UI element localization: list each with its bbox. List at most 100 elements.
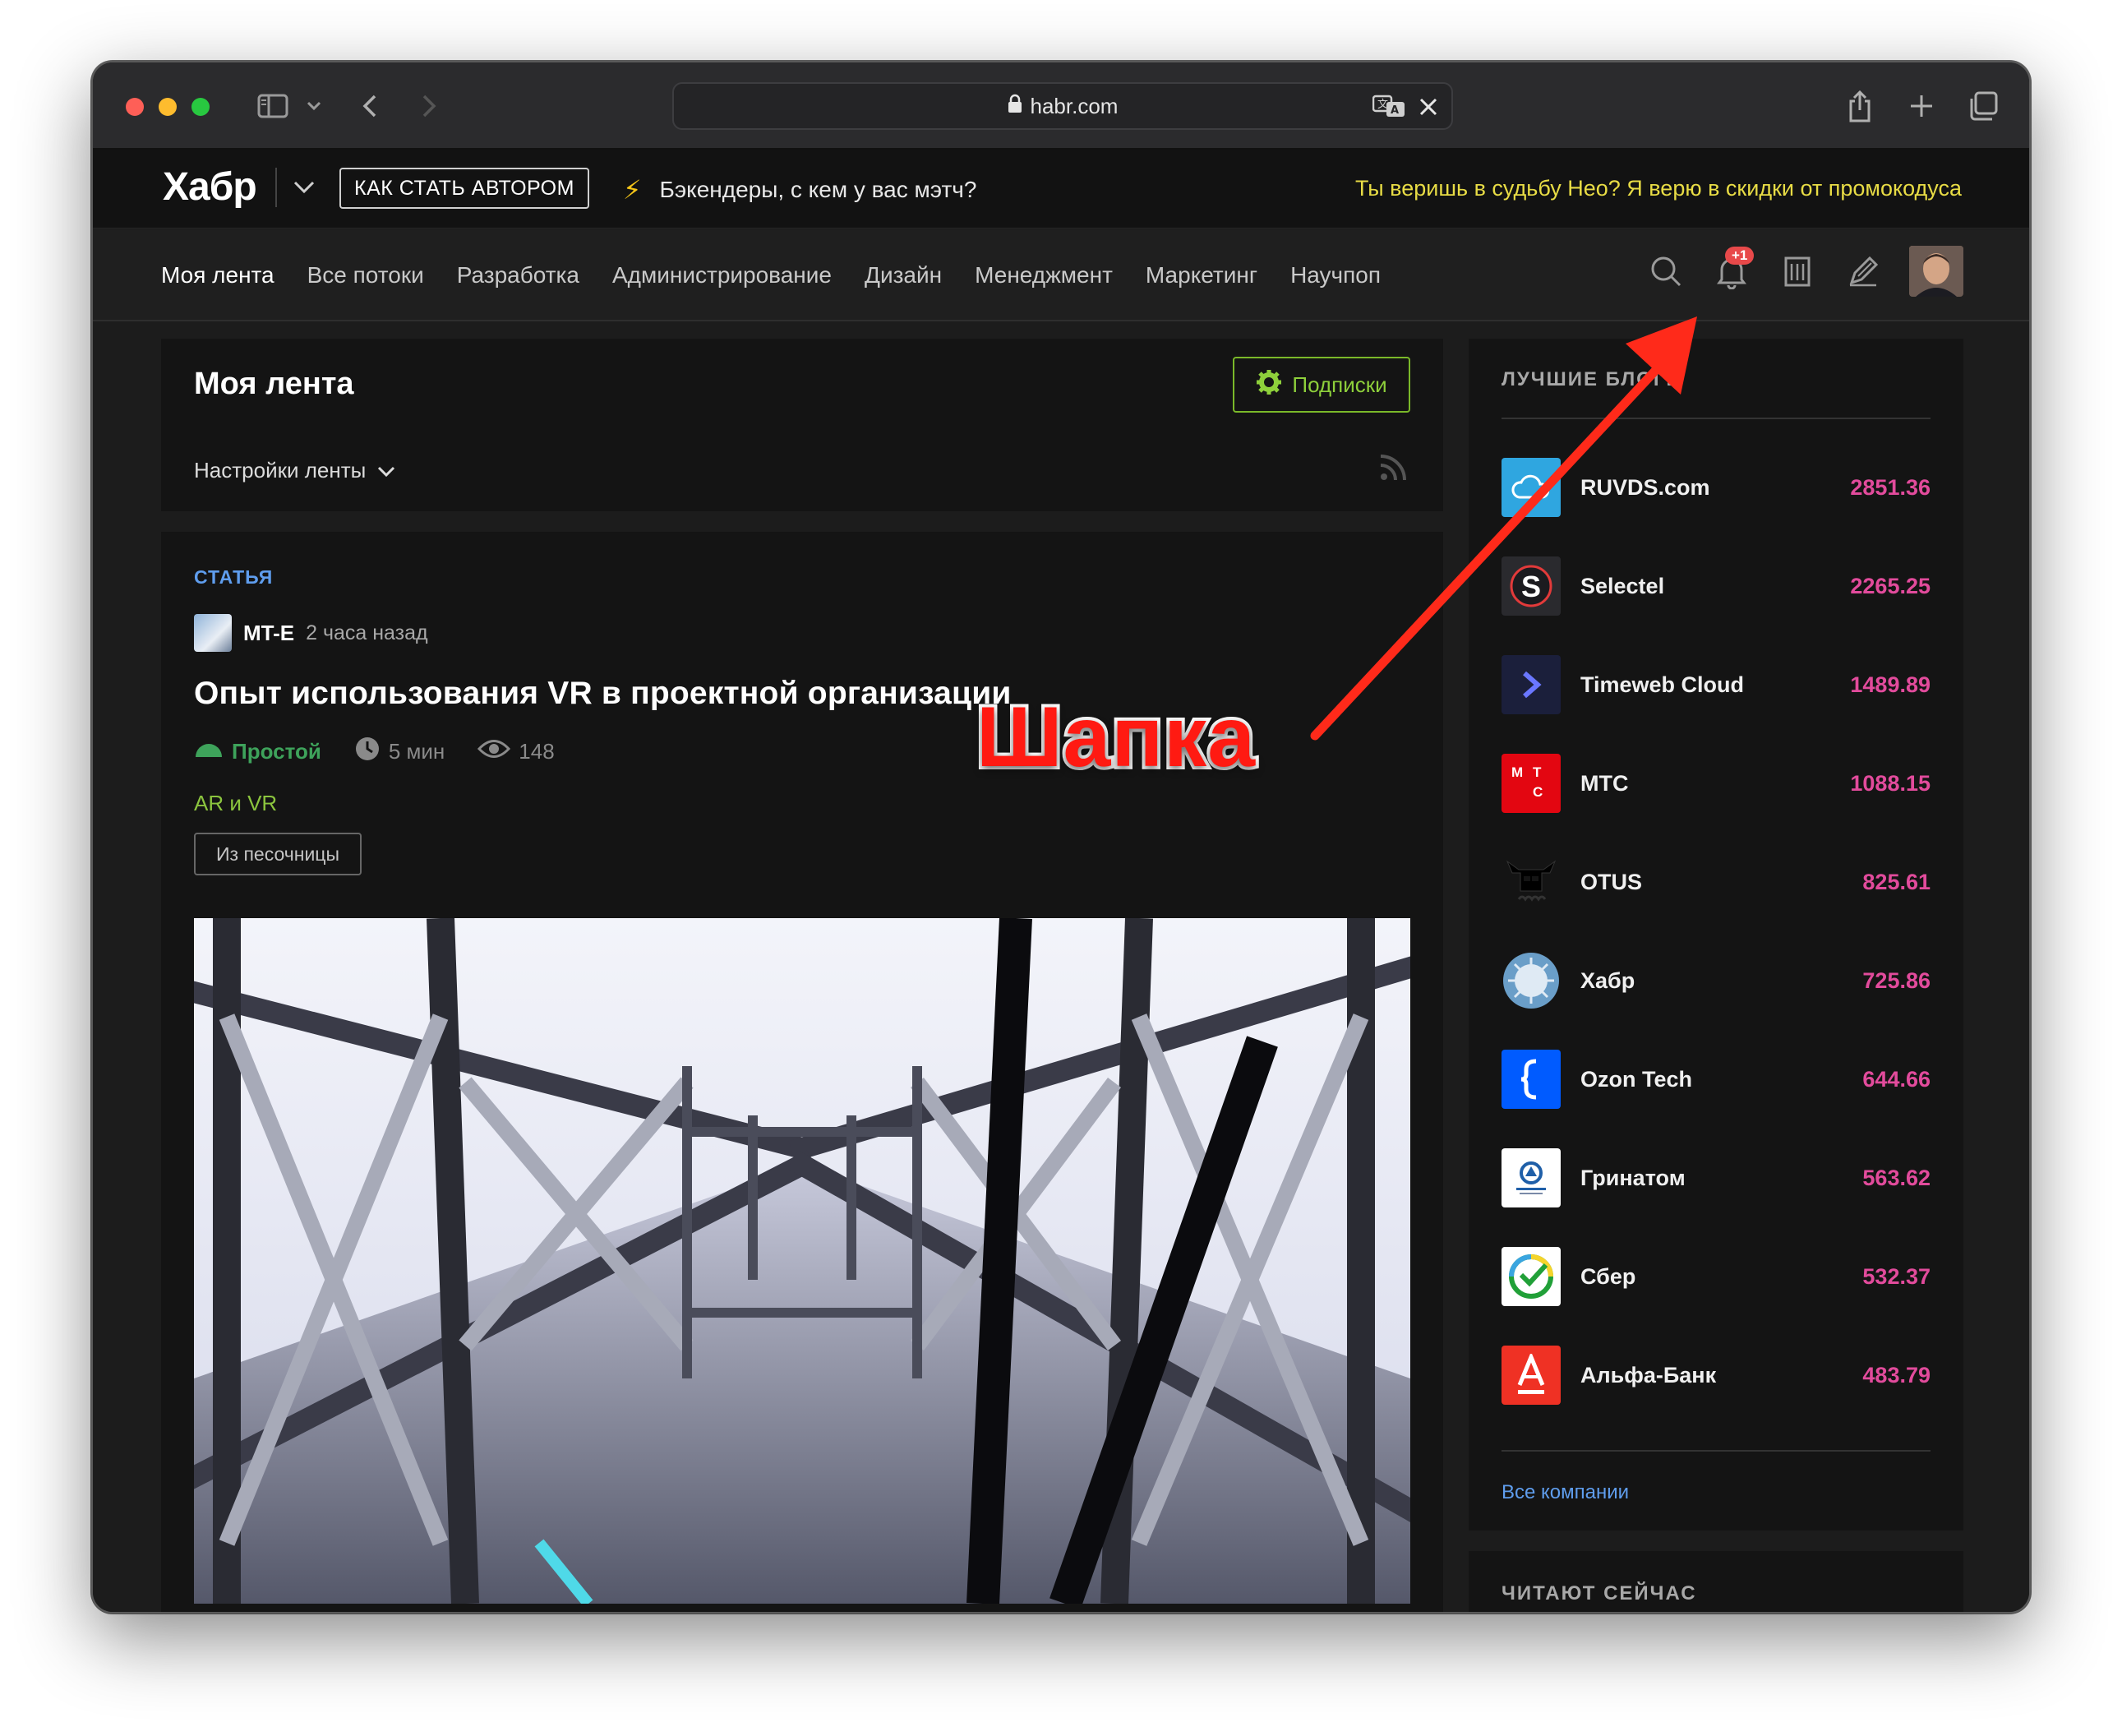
nav-item-popsci[interactable]: Научпоп — [1290, 262, 1381, 289]
author-name[interactable]: MT-E — [243, 621, 294, 646]
article-meta: Простой 5 мин 148 — [194, 736, 555, 768]
svg-text:М: М — [1511, 764, 1523, 780]
svg-text:A: A — [1391, 104, 1399, 117]
company-row[interactable]: Timeweb Cloud 1489.89 — [1502, 655, 1931, 714]
company-name: Гринатом — [1580, 1165, 1686, 1190]
new-tab-icon[interactable] — [1905, 87, 1938, 125]
lock-icon — [1008, 94, 1022, 119]
close-icon[interactable] — [1419, 97, 1438, 122]
divider — [1502, 1450, 1931, 1452]
company-name: МТС — [1580, 770, 1629, 796]
timeweb-logo — [1502, 655, 1561, 714]
company-rating: 1489.89 — [1850, 672, 1931, 697]
sandbox-tag[interactable]: Из песочницы — [194, 833, 362, 875]
bell-icon[interactable]: +1 — [1712, 247, 1755, 291]
nav-items: Моя лента Все потоки Разработка Админист… — [161, 262, 1381, 289]
nav-item-administration[interactable]: Администрирование — [612, 262, 832, 289]
tabs-overview-icon[interactable] — [1967, 87, 2000, 125]
views-label: 148 — [519, 739, 555, 764]
nav-item-marketing[interactable]: Маркетинг — [1146, 262, 1257, 289]
author-avatar[interactable] — [194, 614, 232, 652]
building-icon[interactable] — [1778, 252, 1817, 291]
become-author-button[interactable]: КАК СТАТЬ АВТОРОМ — [339, 168, 589, 209]
company-rating: 1088.15 — [1850, 770, 1931, 796]
translate-icon[interactable]: 文A — [1372, 94, 1405, 124]
reading-time: 5 мин — [354, 736, 445, 768]
nav-item-my-feed[interactable]: Моя лента — [161, 262, 274, 289]
habr-logo[interactable]: Хабр — [163, 164, 257, 210]
main-nav: Моя лента Все потоки Разработка Админист… — [93, 229, 2029, 321]
company-name: Selectel — [1580, 573, 1665, 598]
clock-icon — [354, 736, 381, 768]
company-row[interactable]: Сбер 532.37 — [1502, 1247, 1931, 1306]
user-toolbar: +1 — [1646, 246, 1963, 297]
company-rating: 483.79 — [1862, 1362, 1931, 1387]
minimize-window-button[interactable] — [159, 98, 177, 116]
company-rating: 532.37 — [1862, 1263, 1931, 1289]
chevron-down-icon[interactable] — [303, 87, 325, 125]
ruvds-logo — [1502, 458, 1561, 517]
share-icon[interactable] — [1843, 87, 1876, 125]
search-icon[interactable] — [1646, 252, 1686, 291]
reading-now-title: ЧИТАЮТ СЕЙЧАС — [1502, 1582, 1697, 1604]
company-row[interactable]: S Selectel 2265.25 — [1502, 556, 1931, 616]
company-rating: 725.86 — [1862, 967, 1931, 993]
top-blogs-card: ЛУЧШИЕ БЛОГИ RUVDS.com 2851.36 S Selecte… — [1469, 339, 1963, 1531]
pen-icon[interactable] — [1843, 252, 1883, 291]
reading-now-card: ЧИТАЮТ СЕЙЧАС — [1469, 1551, 1963, 1612]
browser-toolbar: habr.com 文A — [93, 62, 2029, 150]
company-row[interactable]: Ozon Tech 644.66 — [1502, 1050, 1931, 1109]
company-row[interactable]: OTUS 825.61 — [1502, 852, 1931, 912]
avatar[interactable] — [1909, 246, 1963, 297]
article-title[interactable]: Опыт использования VR в проектной органи… — [194, 676, 1012, 712]
back-icon[interactable] — [358, 87, 382, 125]
nav-item-development[interactable]: Разработка — [457, 262, 579, 289]
eye-icon — [477, 738, 511, 765]
company-rating: 563.62 — [1862, 1165, 1931, 1190]
promo-link-left[interactable]: ⚡ Бэкендеры, с кем у вас мэтч? — [623, 174, 976, 205]
chevron-down-icon[interactable] — [293, 181, 315, 198]
company-name: Timeweb Cloud — [1580, 672, 1745, 697]
feed-settings-label: Настройки ленты — [194, 458, 367, 482]
subscriptions-label: Подписки — [1292, 372, 1387, 397]
zoom-window-button[interactable] — [191, 98, 210, 116]
ozon-tech-logo — [1502, 1050, 1561, 1109]
publish-time: 2 часа назад — [306, 621, 428, 644]
rss-icon[interactable] — [1379, 454, 1407, 486]
company-row[interactable]: RUVDS.com 2851.36 — [1502, 458, 1931, 517]
greenatom-logo — [1502, 1148, 1561, 1207]
nav-item-management[interactable]: Менеджмент — [975, 262, 1113, 289]
subscriptions-button[interactable]: Подписки — [1233, 357, 1410, 413]
company-name: RUVDS.com — [1580, 474, 1710, 500]
browser-window: habr.com 文A Хабр КАК СТАТЬ АВТОРОМ ⚡ Бэк… — [91, 61, 2031, 1614]
promo-link-right[interactable]: Ты веришь в судьбу Нео? Я верю в скидки … — [1355, 176, 1962, 201]
article-cover-image[interactable] — [194, 918, 1410, 1604]
company-row[interactable]: Альфа-Банк 483.79 — [1502, 1346, 1931, 1405]
address-bar[interactable]: habr.com 文A — [672, 82, 1453, 130]
site-topbar: Хабр КАК СТАТЬ АВТОРОМ ⚡ Бэкендеры, с ке… — [93, 150, 2029, 229]
company-row[interactable]: Хабр 725.86 — [1502, 951, 1931, 1010]
logo-divider — [275, 168, 277, 207]
feed-header: Моя лента Подписки Настройки ленты — [161, 339, 1443, 511]
company-rating: 825.61 — [1862, 869, 1931, 894]
company-rating: 644.66 — [1862, 1066, 1931, 1092]
company-rating: 2265.25 — [1850, 573, 1931, 598]
article-author: MT-E 2 часа назад — [194, 614, 428, 652]
divider — [1502, 418, 1931, 419]
nav-item-design[interactable]: Дизайн — [865, 262, 942, 289]
otus-logo — [1502, 852, 1561, 912]
sidebar-icon[interactable] — [254, 87, 292, 125]
article-hub[interactable]: AR и VR — [194, 791, 277, 816]
lightning-icon: ⚡ — [623, 175, 642, 205]
company-name: OTUS — [1580, 869, 1643, 894]
nav-item-all-streams[interactable]: Все потоки — [307, 262, 424, 289]
company-rating: 2851.36 — [1850, 474, 1931, 500]
all-companies-link[interactable]: Все компании — [1502, 1481, 1629, 1504]
feed-settings[interactable]: Настройки ленты — [194, 458, 395, 483]
company-name: Альфа-Банк — [1580, 1362, 1717, 1387]
close-window-button[interactable] — [126, 98, 144, 116]
forward-icon[interactable] — [417, 87, 441, 125]
company-row[interactable]: МТС МТС 1088.15 — [1502, 754, 1931, 813]
company-row[interactable]: Гринатом 563.62 — [1502, 1148, 1931, 1207]
speedometer-icon — [194, 739, 224, 764]
